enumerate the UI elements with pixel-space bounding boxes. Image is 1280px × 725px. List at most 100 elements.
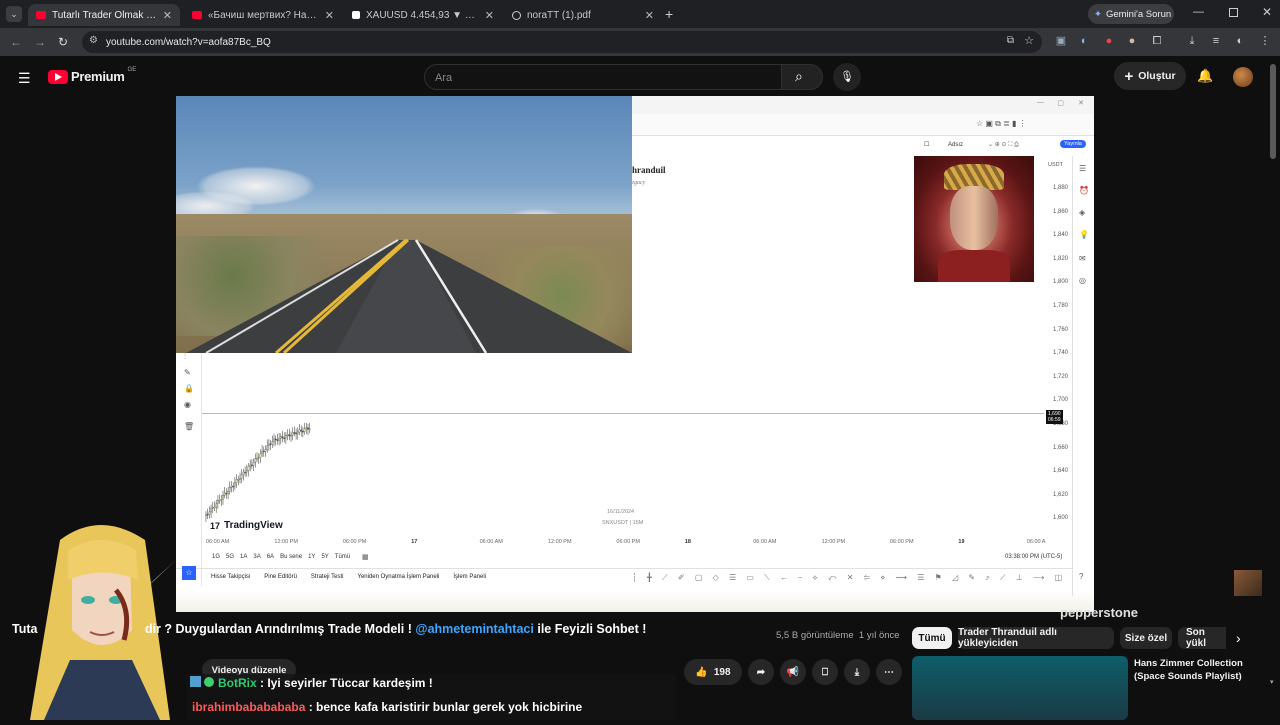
reload-icon[interactable]: ↻	[58, 35, 68, 49]
download-icon[interactable]: ⤓	[1185, 34, 1199, 48]
tv-top-toolbar: ☐ Adsız ⌄ ⊕ ⊙ ⛶ ⎙ Yayınla	[916, 139, 1094, 153]
candle-body	[228, 487, 231, 492]
bookmark-icon: ⎕	[822, 666, 828, 678]
tab-pdf[interactable]: noraTT (1).pdf ✕	[504, 4, 662, 26]
install-app-icon[interactable]: ⧉	[1007, 35, 1014, 46]
candle-body	[239, 478, 241, 480]
close-tab-icon[interactable]: ✕	[163, 9, 172, 22]
recommended-thumbnail[interactable]	[912, 656, 1128, 720]
chip-uploader[interactable]: Trader Thranduil adlı yükleyiciden	[958, 627, 1114, 649]
search-icon: ⌕	[795, 68, 803, 84]
candle-body	[242, 471, 245, 475]
extension-icon-2[interactable]: ◖	[1076, 34, 1090, 48]
video-title: Tuta dir ? Duygulardan Arındırılmış Trad…	[12, 622, 646, 636]
emperor-portrait-image	[914, 156, 1034, 282]
pip-road-video[interactable]	[176, 96, 632, 353]
download-button[interactable]: ⤓	[844, 659, 870, 685]
forward-arrow-icon[interactable]: →	[34, 35, 46, 49]
gemini-button[interactable]: ✦ Gemini'a Sorun	[1088, 4, 1174, 24]
browser-menu-icon[interactable]: ⋮	[1258, 34, 1272, 48]
price-tick: 1,600	[1052, 515, 1068, 522]
like-button[interactable]: 👍 198	[684, 659, 742, 685]
timeframe-option: Bu sene	[280, 554, 303, 560]
tv-bottom-divider	[176, 568, 1072, 569]
timeframe-option: 3A	[253, 554, 261, 560]
minimize-window-icon[interactable]: —	[1193, 6, 1204, 18]
page-scrollbar[interactable]	[1270, 64, 1276, 159]
tv-brand-text: TradingView	[224, 520, 283, 531]
search-placeholder: Ara	[435, 72, 453, 84]
extension-icon-3[interactable]: ●	[1102, 34, 1116, 48]
address-bar[interactable]: ⚙ youtube.com/watch?v=aofa87Bc_BQ ⧉ ☆	[82, 31, 1042, 53]
save-button[interactable]: ⎕	[812, 659, 838, 685]
youtube-logo[interactable]: Premium GE	[48, 66, 137, 84]
chart-symbol-watermark: SNXUSDT | 15M	[602, 520, 644, 526]
time-tick: 17	[411, 539, 418, 545]
gemini-sparkle-icon: ✦	[1094, 8, 1102, 20]
media-control-icon[interactable]: ≡	[1209, 34, 1223, 48]
close-tab-icon[interactable]: ✕	[645, 9, 654, 22]
time-tick: 06:00 AM	[479, 539, 503, 545]
tab-search-button[interactable]: ⌄	[6, 6, 22, 22]
time-tick: 06:00 PM	[890, 539, 914, 545]
search-input[interactable]: Ara	[424, 64, 782, 90]
tab-youtube-active[interactable]: Tutarlı Trader Olmak Nedir ? Du ✕	[28, 4, 180, 26]
maximize-window-icon[interactable]	[1229, 8, 1238, 17]
chat-username: BotRix	[218, 676, 257, 690]
candle-body	[208, 511, 211, 515]
video-player[interactable]: — ▢ ✕ ☆ ▣ ⧉ ≣ ▮ ⋮ ☐ Adsız ⌄ ⊕ ⊙ ⛶ ⎙ Yayı…	[176, 96, 1094, 612]
upload-age: 1 yıl önce	[858, 630, 900, 641]
extension-icon-1[interactable]: ▣	[1054, 34, 1068, 48]
share-button[interactable]: ➦	[748, 659, 774, 685]
chart-date-watermark: 16/11/2024	[607, 509, 635, 515]
profile-icon[interactable]: ◐	[1233, 34, 1247, 48]
extensions-puzzle-icon[interactable]: ⧠	[1150, 34, 1164, 48]
new-tab-plus-icon[interactable]: +	[665, 6, 673, 22]
region-code: GE	[127, 66, 137, 73]
tradingview-favicon-icon	[352, 11, 360, 19]
close-tab-icon[interactable]: ✕	[485, 9, 494, 22]
voice-search-button[interactable]: 🎙	[833, 63, 861, 91]
browser-tab-strip: ⌄ Tutarlı Trader Olmak Nedir ? Du ✕ «Бач…	[0, 0, 1280, 28]
tv-mark-icon: 17	[210, 520, 221, 531]
extension-icon-4[interactable]: ●	[1125, 34, 1139, 48]
tab-youtube-2[interactable]: «Бачиш мертвих? На їхньому ✕	[184, 4, 342, 26]
close-window-icon[interactable]: ✕	[1262, 5, 1272, 19]
mention-link[interactable]: @ahmetemintahtaci	[415, 622, 533, 636]
youtube-favicon-icon	[192, 11, 202, 19]
more-actions-button[interactable]: ⋯	[876, 659, 902, 685]
notifications-bell-icon[interactable]: 🔔	[1197, 68, 1213, 84]
account-avatar[interactable]	[1233, 67, 1253, 87]
time-tick: 06:00 AM	[206, 539, 230, 545]
candle-body	[225, 492, 228, 495]
price-tick: 1,760	[1052, 326, 1068, 333]
candle-body	[273, 438, 275, 442]
candle-body	[308, 428, 311, 430]
bottom-panel-tab: Strateji Testi	[310, 574, 344, 580]
candle-body	[307, 427, 309, 430]
close-tab-icon[interactable]: ✕	[325, 9, 334, 22]
candle-body	[276, 439, 279, 441]
page-scroll-down-icon[interactable]: ▾	[1270, 678, 1274, 686]
microphone-icon: 🎙	[840, 71, 854, 83]
candle-body	[279, 436, 282, 439]
chip-for-you[interactable]: Size özel	[1120, 627, 1172, 649]
recommended-title[interactable]: Hans Zimmer Collection (Space Sounds Pla…	[1134, 657, 1264, 683]
candle-body	[235, 479, 238, 484]
search-button[interactable]: ⌕	[781, 64, 823, 90]
hamburger-menu-icon[interactable]: ☰	[18, 70, 31, 87]
chart-clock: 03:38:00 PM (UTC-5)	[1005, 554, 1063, 560]
candle-body	[290, 434, 292, 437]
create-button[interactable]: + Oluştur	[1114, 62, 1186, 90]
logo-text: Premium	[71, 69, 125, 84]
chip-recent[interactable]: Son yükl	[1178, 627, 1226, 649]
chip-all[interactable]: Tümü	[912, 627, 952, 649]
chips-next-arrow-icon[interactable]: ›	[1236, 630, 1241, 646]
site-info-icon[interactable]: ⚙	[89, 35, 98, 46]
promote-button[interactable]: 📢	[780, 659, 806, 685]
timeframe-option: 1G	[212, 554, 221, 560]
tab-tradingview[interactable]: XAUUSD 4.454,93 ▼ −3.19% Al ✕	[344, 4, 502, 26]
back-arrow-icon[interactable]: ←	[10, 35, 22, 49]
bookmark-star-icon[interactable]: ☆	[1024, 34, 1034, 47]
candle-body	[288, 434, 291, 437]
